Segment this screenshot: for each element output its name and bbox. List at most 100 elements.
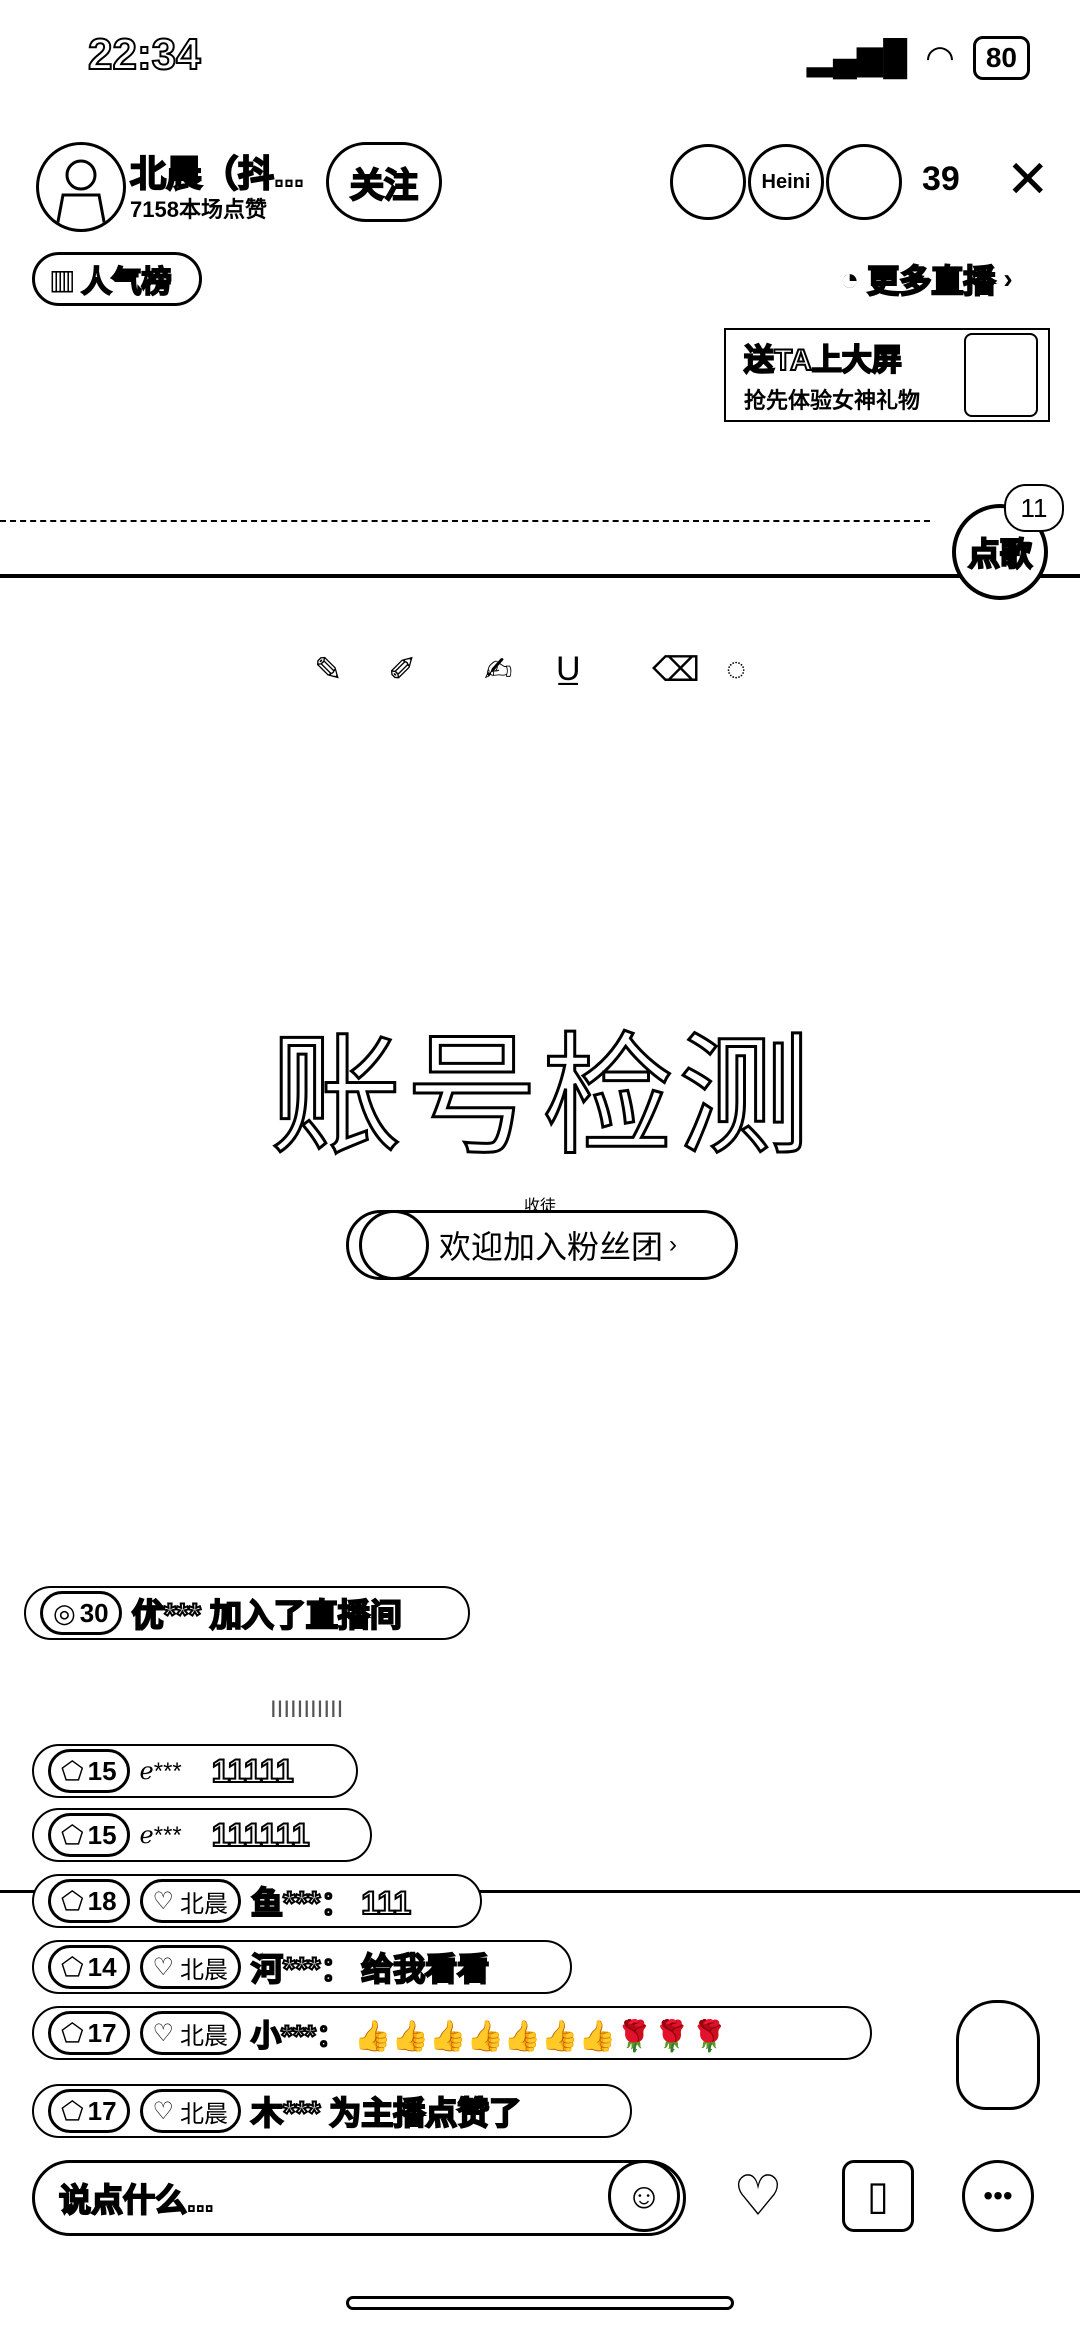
fan-badge-label: 北晨 bbox=[180, 2100, 229, 2128]
promo-line1: 送TA上大屏 bbox=[743, 343, 903, 378]
level-number: 18 bbox=[87, 1885, 117, 1916]
close-icon[interactable]: ✕ bbox=[1006, 150, 1050, 210]
level-number: 30 bbox=[79, 1597, 109, 1628]
song-request-label: 点歌 bbox=[967, 535, 1033, 573]
more-live-button[interactable]: ◔ 更多直播 › bbox=[840, 256, 1013, 302]
host-name: 北晨（抖... bbox=[129, 152, 305, 195]
level-number: 17 bbox=[87, 2017, 117, 2048]
level-number: 15 bbox=[87, 1755, 117, 1786]
viewer-count[interactable]: 39 bbox=[922, 160, 960, 199]
eraser-icon[interactable]: ⌫ bbox=[652, 650, 700, 690]
chart-icon: ▥ bbox=[49, 263, 76, 295]
host-likes: 7158本场点赞 bbox=[130, 197, 267, 222]
level-badge: ⬠ 15 bbox=[48, 1813, 130, 1857]
level-number: 14 bbox=[87, 1951, 117, 1982]
pentagon-icon: ⬠ bbox=[61, 2095, 84, 2126]
viewer-avatar-1[interactable] bbox=[670, 144, 746, 220]
pen-icon[interactable]: ✐ bbox=[388, 650, 417, 690]
promo-banner[interactable]: 送TA上大屏 抢先体验女神礼物 bbox=[724, 328, 1050, 422]
level-badge: ⬠ 17 bbox=[48, 2089, 130, 2133]
fan-club-label: 欢迎加入粉丝团 bbox=[439, 1229, 664, 1265]
emoji-icon[interactable]: ☺ bbox=[608, 2160, 680, 2232]
fan-club-button[interactable]: 欢迎加入粉丝团 › bbox=[346, 1210, 738, 1280]
signal-icon: ▂▄▆█ bbox=[806, 39, 908, 77]
chat-message[interactable]: ◎ 30 优*** 加入了直播间 bbox=[24, 1586, 470, 1640]
pentagon-icon: ⬠ bbox=[61, 1819, 84, 1850]
popularity-button[interactable]: ▥ 人气榜 bbox=[32, 252, 202, 306]
heart-icon: ♡ bbox=[152, 1887, 175, 1915]
heart-icon[interactable]: ♡ bbox=[722, 2160, 794, 2232]
underline-icon[interactable]: U̲ bbox=[556, 650, 581, 689]
level-badge: ⬠ 17 bbox=[48, 2011, 130, 2055]
more-icon[interactable]: ••• bbox=[962, 2160, 1034, 2232]
divider bbox=[0, 574, 1080, 578]
wifi-icon: ◠ bbox=[925, 39, 955, 77]
highlighter-icon[interactable]: ✍ bbox=[484, 650, 513, 690]
chat-text: 小***： 👍👍👍👍👍👍👍🌹🌹🌹 bbox=[250, 2019, 729, 2054]
fan-badge: ♡ 北晨 bbox=[139, 2089, 242, 2133]
pentagon-icon: ⬠ bbox=[61, 1885, 84, 1916]
battery-icon: 80 bbox=[972, 36, 1030, 80]
pentagon-icon: ⬠ bbox=[61, 2017, 84, 2048]
chat-message[interactable]: ⬠ 18 ♡ 北晨 鱼***： 111 bbox=[32, 1874, 482, 1928]
trophy-icon bbox=[964, 333, 1038, 417]
chat-message[interactable]: ⬠ 17 ♡ 北晨 木*** 为主播点赞了 bbox=[32, 2084, 632, 2138]
song-request-count: 11 bbox=[1020, 492, 1048, 523]
song-request-badge: 11 bbox=[1004, 484, 1064, 532]
chat-message[interactable]: ⬠ 17 ♡ 北晨 小***： 👍👍👍👍👍👍👍🌹🌹🌹 bbox=[32, 2006, 872, 2060]
chat-text: 11111 bbox=[211, 1752, 295, 1790]
comment-input[interactable]: 说点什么... bbox=[32, 2160, 686, 2236]
heart-icon: ♡ bbox=[152, 2097, 175, 2125]
level-number: 15 bbox=[87, 1819, 117, 1850]
chevron-right-icon: › bbox=[1003, 263, 1013, 294]
divider bbox=[0, 520, 930, 522]
viewer-avatar-3[interactable] bbox=[826, 144, 902, 220]
fan-badge: ♡ 北晨 bbox=[139, 1879, 242, 1923]
gem-icon: ◎ bbox=[53, 1597, 76, 1628]
comment-placeholder: 说点什么... bbox=[58, 2181, 215, 2219]
level-number: 17 bbox=[87, 2095, 117, 2126]
gift-icon[interactable]: ▯ bbox=[842, 2160, 914, 2232]
chat-text: IIIIIIIIIII bbox=[270, 1696, 344, 1723]
user-icon: ℯ*** bbox=[139, 1821, 182, 1849]
pentagon-icon: ⬠ bbox=[61, 1951, 84, 1982]
fan-badge: ♡ 北晨 bbox=[139, 1945, 242, 1989]
follow-label: 关注 bbox=[349, 166, 419, 206]
level-badge: ⬠ 18 bbox=[48, 1879, 130, 1923]
fan-badge-label: 北晨 bbox=[180, 2022, 229, 2050]
fan-badge-label: 北晨 bbox=[180, 1890, 229, 1918]
chevron-right-icon: › bbox=[669, 1231, 678, 1258]
more-live-label: 更多直播 bbox=[866, 262, 996, 300]
chat-message[interactable]: ⬠ 15 ℯ*** 111111 bbox=[32, 1808, 372, 1862]
stream-title: 账号检测 bbox=[269, 1022, 814, 1172]
chat-text: 111111 bbox=[211, 1816, 311, 1854]
pentagon-icon: ⬠ bbox=[61, 1755, 84, 1786]
fan-badge-label: 北晨 bbox=[180, 1956, 229, 1984]
cat-icon bbox=[359, 1210, 429, 1280]
follow-button[interactable]: 关注 bbox=[326, 142, 442, 222]
chat-text: 鱼***： 111 bbox=[250, 1884, 412, 1922]
battery-level: 80 bbox=[985, 42, 1017, 73]
status-time: 22:34 bbox=[87, 29, 202, 80]
heart-icon: ♡ bbox=[152, 1953, 175, 1981]
pencil-icon[interactable]: ✎ bbox=[314, 650, 343, 690]
bulb-icon: ◔ bbox=[840, 260, 860, 297]
heart-icon: ♡ bbox=[152, 2019, 175, 2047]
chat-text: 木*** 为主播点赞了 bbox=[250, 2094, 522, 2132]
mascot-icon[interactable] bbox=[956, 2000, 1040, 2110]
chat-message[interactable]: ⬠ 15 ℯ*** 11111 bbox=[32, 1744, 358, 1798]
level-badge: ⬠ 15 bbox=[48, 1749, 130, 1793]
fan-badge: ♡ 北晨 bbox=[139, 2011, 242, 2055]
user-icon: ℯ*** bbox=[139, 1757, 182, 1785]
lasso-icon[interactable]: ◌ bbox=[726, 650, 746, 689]
popularity-label: 人气榜 bbox=[80, 265, 172, 300]
chat-text: 河***： 给我看看 bbox=[250, 1950, 490, 1988]
home-indicator bbox=[346, 2296, 734, 2310]
chat-text: 优*** 加入了直播间 bbox=[131, 1596, 403, 1634]
viewer-avatar-2[interactable]: Heini bbox=[748, 144, 824, 220]
level-badge: ⬠ 14 bbox=[48, 1945, 130, 1989]
level-badge: ◎ 30 bbox=[40, 1591, 122, 1635]
status-icons: ▂▄▆█ ◠ 80 bbox=[807, 36, 1030, 80]
host-avatar[interactable] bbox=[36, 142, 126, 232]
chat-message[interactable]: ⬠ 14 ♡ 北晨 河***： 给我看看 bbox=[32, 1940, 572, 1994]
